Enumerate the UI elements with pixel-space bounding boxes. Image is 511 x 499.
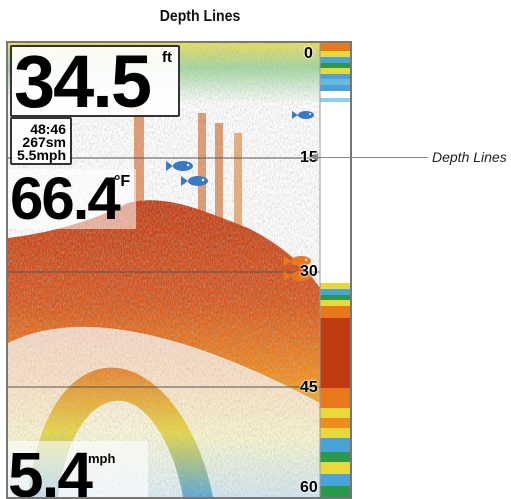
avg-speed-readout: 5.5mph <box>16 147 66 163</box>
depth-value: 34.5 <box>14 41 152 123</box>
sonar-display: 0 15 30 45 60 34.5 ft 48:46 267sm 5.5mph… <box>6 41 352 499</box>
water-temp-readout: 66.4 °F <box>8 169 136 229</box>
speed-unit: mph <box>88 451 116 466</box>
callout-leader-line <box>314 157 428 158</box>
depth-scale-45: 45 <box>300 379 318 396</box>
depth-scale-0: 0 <box>304 45 313 62</box>
water-temp-unit: °F <box>114 173 131 190</box>
navigation-info-box: 48:46 267sm 5.5mph <box>10 117 72 165</box>
depth-unit: ft <box>162 49 172 66</box>
depth-scale-30: 30 <box>300 263 318 280</box>
callout-label: Depth Lines <box>432 149 507 165</box>
speed-readout: 5.4 mph <box>8 441 148 497</box>
speed-value: 5.4 <box>8 439 93 499</box>
figure-caption: Depth Lines <box>159 8 241 25</box>
color-bar <box>319 43 350 497</box>
depth-readout: 34.5 ft <box>10 41 180 123</box>
water-temp-value: 66.4 <box>10 165 121 232</box>
depth-scale-60: 60 <box>300 479 318 496</box>
